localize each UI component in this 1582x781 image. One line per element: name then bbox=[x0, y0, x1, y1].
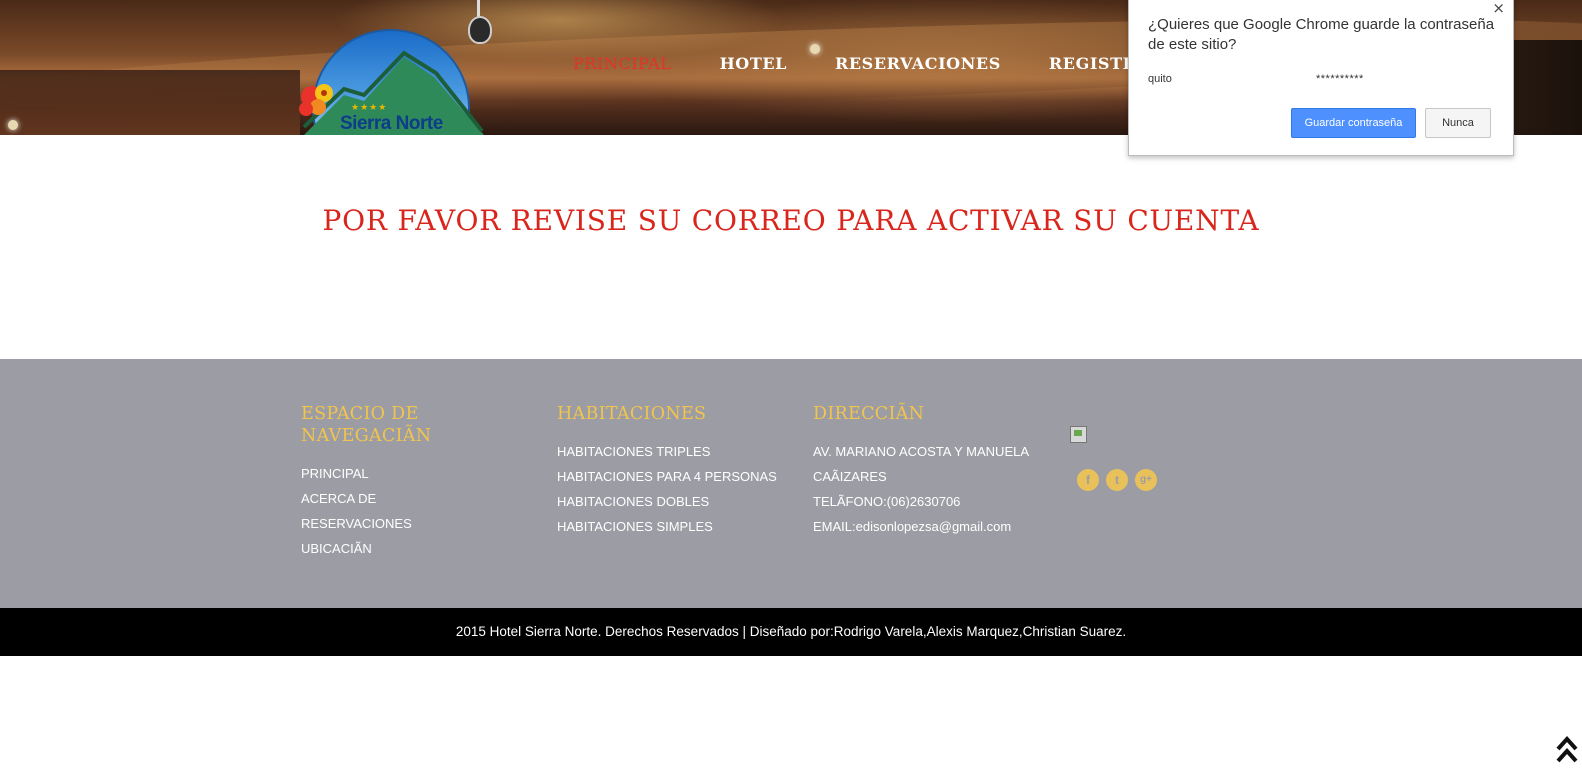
address-line: AV. MARIANO ACOSTA Y MANUELA bbox=[813, 444, 1030, 459]
email-line: EMAIL:edisonlopezsa@gmail.com bbox=[813, 519, 1012, 534]
save-password-dialog: × ¿Quieres que Google Chrome guarde la c… bbox=[1128, 0, 1514, 156]
footer-link-4-personas[interactable]: HABITACIONES PARA 4 PERSONAS bbox=[557, 464, 787, 489]
activation-message: POR FAVOR REVISE SU CORREO PARA ACTIVAR … bbox=[322, 204, 1260, 237]
hotel-logo[interactable]: ★★★★ Sierra Norte bbox=[284, 27, 484, 135]
footer-link-ubicacion[interactable]: UBICACIÃN bbox=[301, 536, 521, 561]
wood-background bbox=[0, 70, 300, 135]
logo-stars: ★★★★ bbox=[351, 103, 388, 113]
main-navigation: PRINCIPAL HOTEL RESERVACIONES REGISTRO bbox=[573, 54, 1199, 76]
address-line: CAÃIZARES bbox=[813, 469, 887, 484]
nav-item-principal[interactable]: PRINCIPAL bbox=[573, 54, 672, 76]
footer-address-column: DIRECCIÃN AV. MARIANO ACOSTA Y MANUELA C… bbox=[813, 403, 1043, 539]
broken-image-icon bbox=[1070, 426, 1087, 443]
footer-link-triples[interactable]: HABITACIONES TRIPLES bbox=[557, 439, 787, 464]
google-plus-icon[interactable]: g+ bbox=[1135, 469, 1157, 491]
twitter-icon[interactable]: t bbox=[1106, 469, 1128, 491]
footer: ESPACIO DE NAVEGACIÃN PRINCIPAL ACERCA D… bbox=[0, 359, 1582, 608]
facebook-icon[interactable]: f bbox=[1077, 469, 1099, 491]
footer-address-title: DIRECCIÃN bbox=[813, 404, 925, 424]
nav-item-hotel[interactable]: HOTEL bbox=[720, 54, 787, 76]
never-button[interactable]: Nunca bbox=[1425, 108, 1491, 138]
footer-link-principal[interactable]: PRINCIPAL bbox=[301, 461, 521, 486]
footer-link-simples[interactable]: HABITACIONES SIMPLES bbox=[557, 514, 787, 539]
logo-brand-text: Sierra Norte bbox=[340, 113, 443, 134]
footer-link-dobles[interactable]: HABITACIONES DOBLES bbox=[557, 489, 787, 514]
phone-line: TELÃFONO:(06)2630706 bbox=[813, 494, 961, 509]
ceiling-spotlight bbox=[810, 44, 820, 54]
copyright-bar: 2015 Hotel Sierra Norte. Derechos Reserv… bbox=[0, 608, 1582, 656]
nav-item-reservaciones[interactable]: RESERVACIONES bbox=[835, 54, 1001, 76]
saved-username: quito bbox=[1148, 73, 1172, 85]
save-password-button[interactable]: Guardar contraseña bbox=[1291, 108, 1416, 138]
footer-link-reservaciones[interactable]: RESERVACIONES bbox=[301, 511, 521, 536]
scroll-to-top-icon[interactable] bbox=[1555, 735, 1579, 765]
footer-rooms-column: HABITACIONES HABITACIONES TRIPLES HABITA… bbox=[557, 403, 787, 539]
footer-rooms-title: HABITACIONES bbox=[557, 404, 707, 424]
footer-navigation-column: ESPACIO DE NAVEGACIÃN PRINCIPAL ACERCA D… bbox=[301, 403, 521, 561]
ceiling-spotlight bbox=[8, 120, 18, 130]
saved-password-mask: ********** bbox=[1316, 73, 1364, 85]
footer-navigation-title: ESPACIO DE NAVEGACIÃN bbox=[301, 404, 432, 446]
save-password-question: ¿Quieres que Google Chrome guarde la con… bbox=[1148, 16, 1495, 53]
footer-link-acerca[interactable]: ACERCA DE bbox=[301, 486, 521, 511]
